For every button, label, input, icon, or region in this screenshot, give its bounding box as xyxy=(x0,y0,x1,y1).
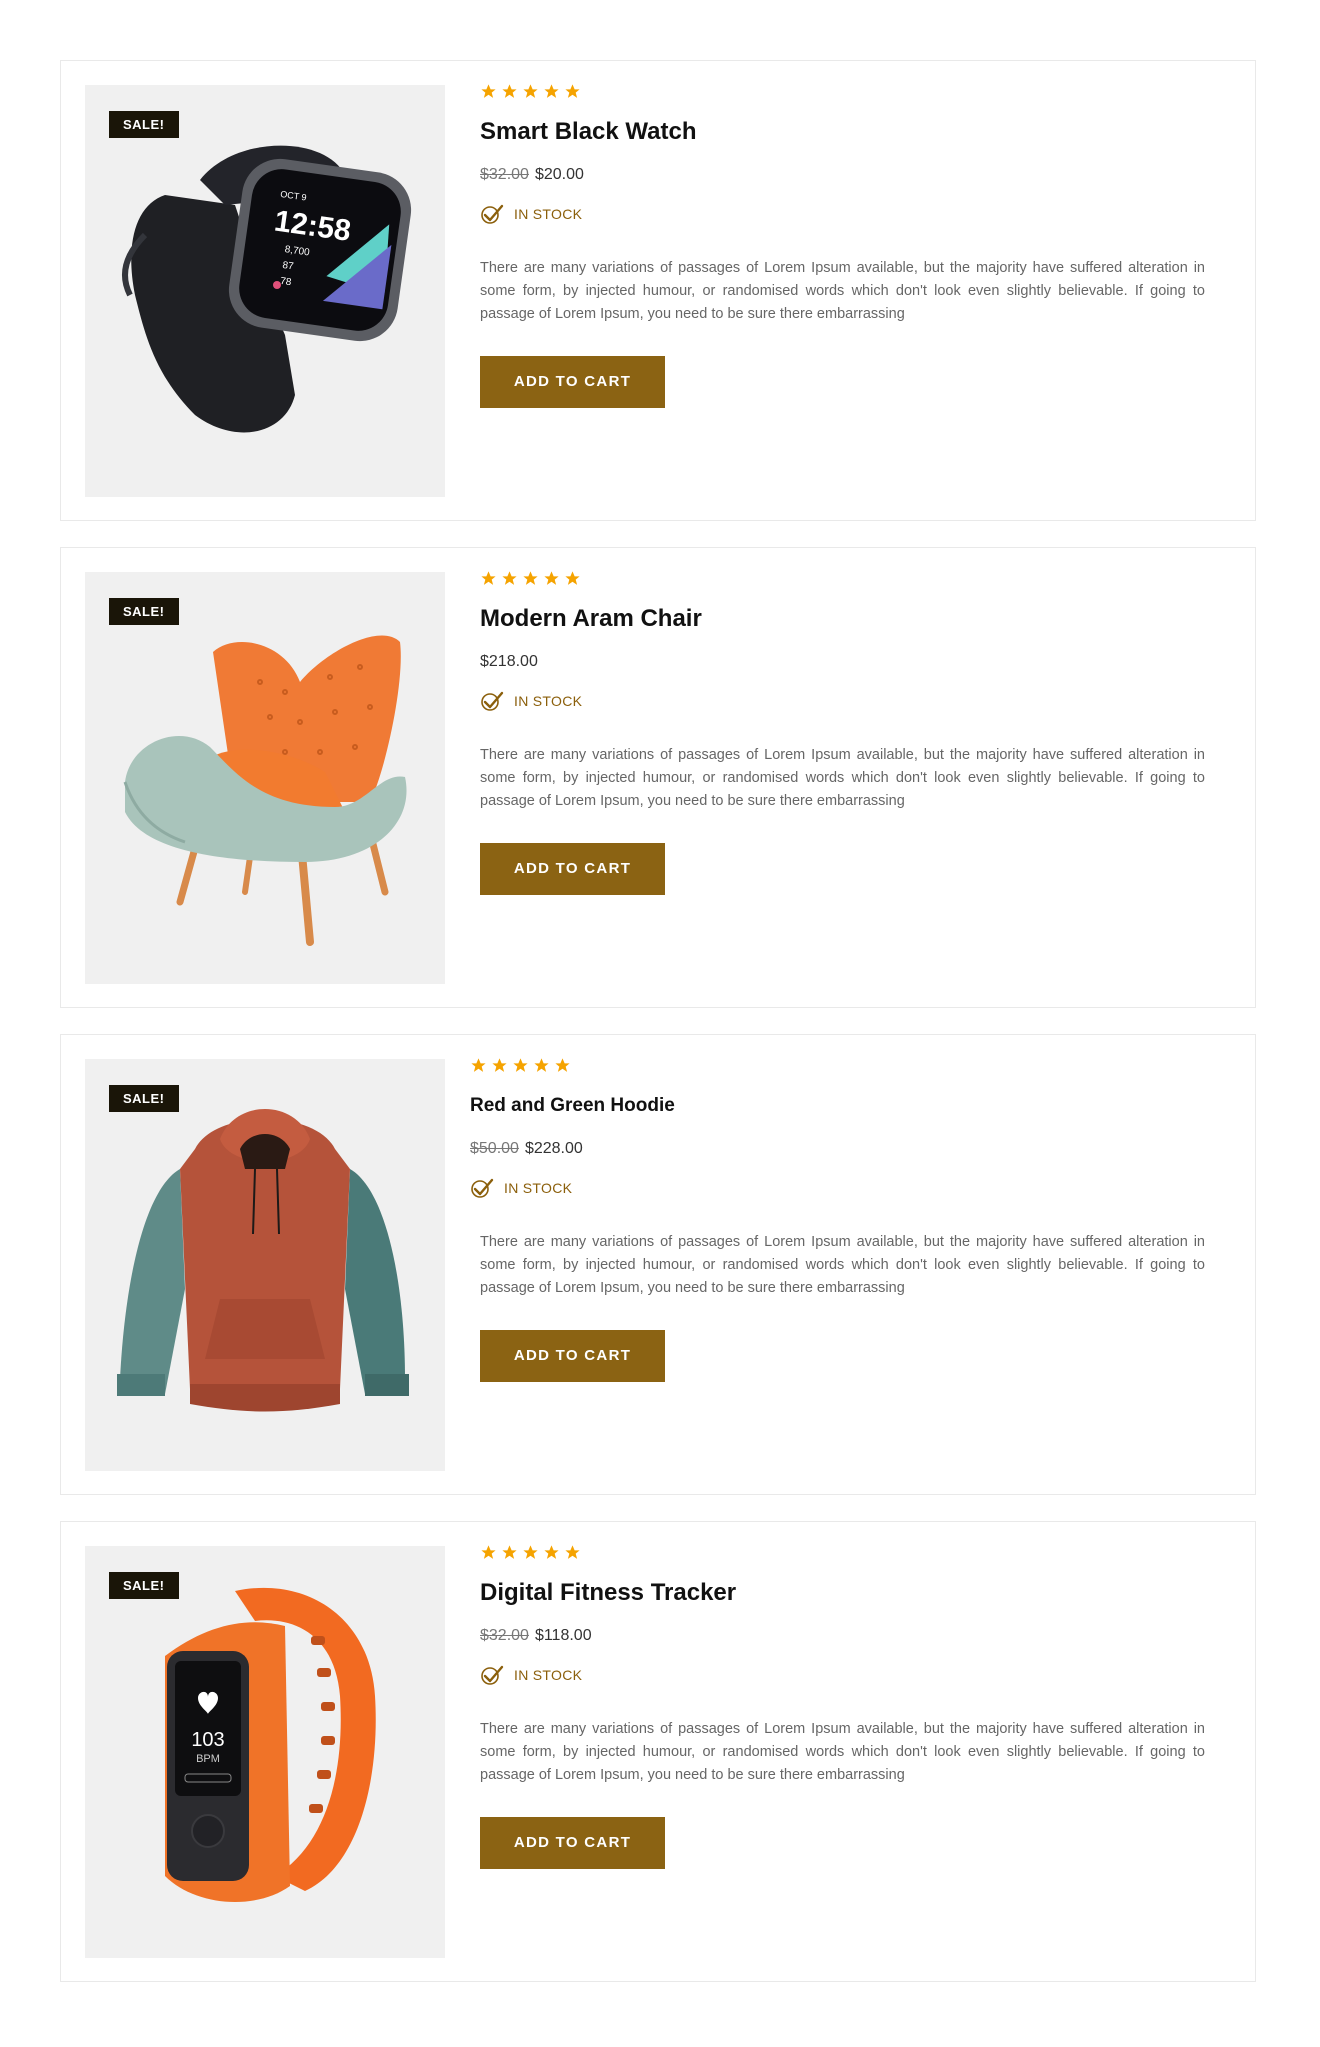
product-price: $218.00 xyxy=(480,652,1200,672)
star-icon xyxy=(501,1544,518,1561)
check-icon xyxy=(470,1177,494,1199)
current-price: $218.00 xyxy=(480,653,538,670)
stock-status: IN STOCK xyxy=(470,1177,1190,1199)
add-to-cart-button[interactable]: ADD TO CART xyxy=(480,1330,665,1382)
armchair-image xyxy=(123,635,407,946)
check-icon xyxy=(480,203,504,225)
product-description: There are many variations of passages of… xyxy=(480,747,1205,809)
product-title[interactable]: Digital Fitness Tracker xyxy=(480,1578,1200,1608)
star-icon xyxy=(480,570,497,587)
star-icon xyxy=(522,570,539,587)
star-icon xyxy=(564,83,581,100)
star-icon xyxy=(501,83,518,100)
star-icon xyxy=(470,1057,487,1074)
product-list: SALE! OCT 9 12:58 8,700 87 78 Smart Blac… xyxy=(60,60,1256,2008)
star-icon xyxy=(512,1057,529,1074)
product-description: There are many variations of passages of… xyxy=(480,260,1205,322)
star-icon xyxy=(564,1544,581,1561)
star-icon xyxy=(522,1544,539,1561)
star-icon xyxy=(501,570,518,587)
star-icon xyxy=(533,1057,550,1074)
product-card: SALE! Red and Green Hoodie $50.00 $228.0… xyxy=(60,1034,1256,1495)
stock-label: IN STOCK xyxy=(514,693,583,709)
add-to-cart-button[interactable]: ADD TO CART xyxy=(480,843,665,895)
product-image[interactable]: SALE! OCT 9 12:58 8,700 87 78 xyxy=(85,85,445,497)
product-description: There are many variations of passages of… xyxy=(480,1721,1205,1783)
current-price: $20.00 xyxy=(534,166,584,183)
product-description: There are many variations of passages of… xyxy=(480,1234,1205,1296)
fitness-tracker-image: 103 BPM xyxy=(165,1587,376,1903)
product-info: Red and Green Hoodie $50.00 $228.00 IN ST… xyxy=(470,1057,1205,1382)
stock-label: IN STOCK xyxy=(514,1667,583,1683)
star-icon xyxy=(543,1544,560,1561)
star-icon xyxy=(543,570,560,587)
product-title[interactable]: Modern Aram Chair xyxy=(480,604,1200,634)
old-price: $32.00 xyxy=(480,166,529,183)
sale-badge: SALE! xyxy=(109,1085,179,1112)
stock-status: IN STOCK xyxy=(480,203,1200,225)
star-icon xyxy=(480,1544,497,1561)
sale-badge: SALE! xyxy=(109,1572,179,1599)
current-price: $118.00 xyxy=(534,1627,592,1644)
watch-heart-text: 78 xyxy=(279,276,292,289)
product-card: SALE! Modern Aram Chair $218.00 IN STOCK… xyxy=(60,547,1256,1008)
product-price: $50.00 $228.00 xyxy=(470,1139,1190,1159)
rating-stars xyxy=(480,83,1200,103)
tracker-value-text: 103 xyxy=(191,1729,224,1751)
rating-stars xyxy=(470,1057,1190,1077)
stock-label: IN STOCK xyxy=(514,206,583,222)
old-price: $32.00 xyxy=(480,1627,529,1644)
product-info: Digital Fitness Tracker $32.00 $118.00 IN… xyxy=(480,1544,1205,1869)
sale-badge: SALE! xyxy=(109,111,179,138)
product-price: $32.00 $118.00 xyxy=(480,1626,1200,1646)
star-icon xyxy=(480,83,497,100)
rating-stars xyxy=(480,570,1200,590)
product-title[interactable]: Red and Green Hoodie xyxy=(470,1091,1190,1121)
product-card: SALE! 103 BPM Digital Fitness Tracker $3… xyxy=(60,1521,1256,1982)
star-icon xyxy=(522,83,539,100)
stock-status: IN STOCK xyxy=(480,1664,1200,1686)
product-info: Modern Aram Chair $218.00 IN STOCK There… xyxy=(480,570,1205,895)
add-to-cart-button[interactable]: ADD TO CART xyxy=(480,356,665,408)
product-image[interactable]: SALE! xyxy=(85,1059,445,1471)
stock-status: IN STOCK xyxy=(480,690,1200,712)
product-card: SALE! OCT 9 12:58 8,700 87 78 Smart Blac… xyxy=(60,60,1256,521)
star-icon xyxy=(554,1057,571,1074)
check-icon xyxy=(480,690,504,712)
star-icon xyxy=(543,83,560,100)
smartwatch-image: OCT 9 12:58 8,700 87 78 xyxy=(122,145,412,433)
product-title[interactable]: Smart Black Watch xyxy=(480,117,1200,147)
watch-stat-text: 87 xyxy=(282,260,295,273)
star-icon xyxy=(564,570,581,587)
old-price: $50.00 xyxy=(470,1140,519,1157)
product-image[interactable]: SALE! xyxy=(85,572,445,984)
hoodie-image xyxy=(117,1109,409,1412)
sale-badge: SALE! xyxy=(109,598,179,625)
current-price: $228.00 xyxy=(524,1140,583,1157)
stock-label: IN STOCK xyxy=(504,1180,573,1196)
add-to-cart-button[interactable]: ADD TO CART xyxy=(480,1817,665,1869)
star-icon xyxy=(491,1057,508,1074)
tracker-unit-text: BPM xyxy=(196,1753,220,1765)
rating-stars xyxy=(480,1544,1200,1564)
product-info: Smart Black Watch $32.00 $20.00 IN STOCK … xyxy=(480,83,1205,408)
product-price: $32.00 $20.00 xyxy=(480,165,1200,185)
check-icon xyxy=(480,1664,504,1686)
product-image[interactable]: SALE! 103 BPM xyxy=(85,1546,445,1958)
